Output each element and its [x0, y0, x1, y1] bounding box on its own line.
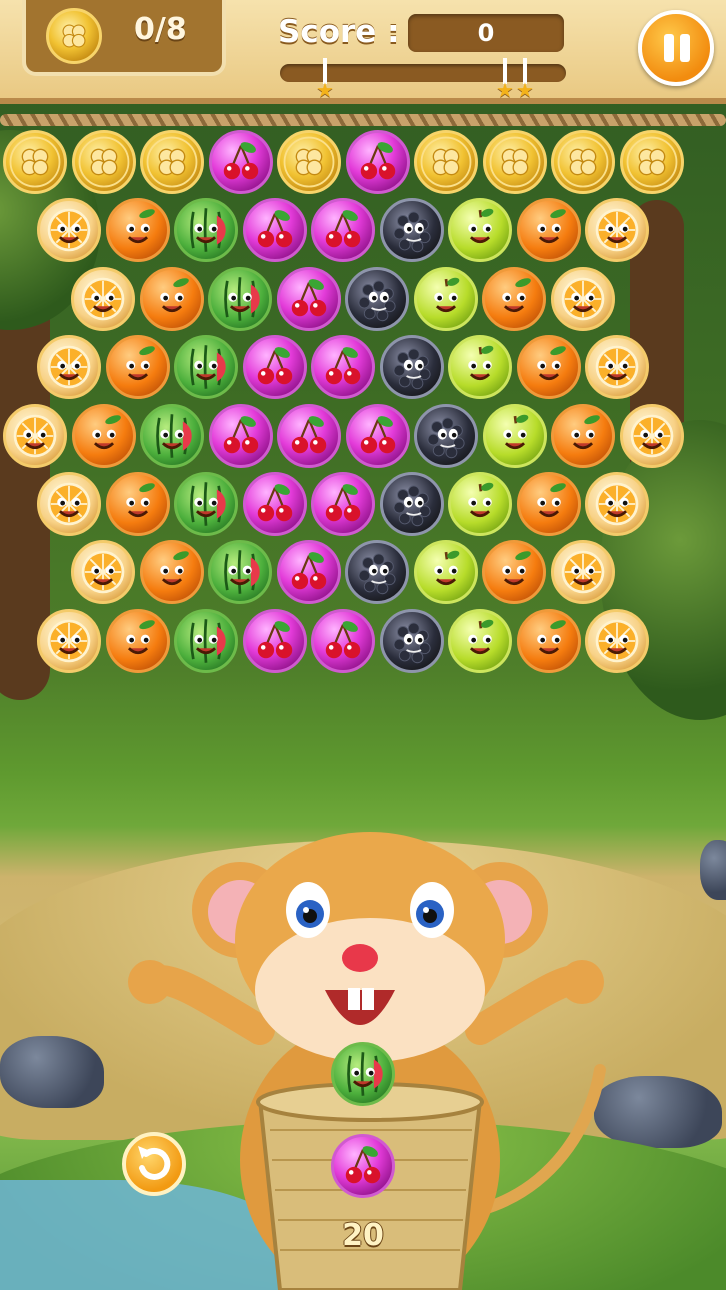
- blackberry-bubble: [345, 266, 409, 331]
- cherry-bubble: [276, 266, 341, 331]
- orange-slice-bubble: [3, 403, 67, 468]
- cherry-bubble: [311, 335, 375, 400]
- star-icon: ★: [516, 78, 534, 102]
- coin-counter-panel: 0/8: [22, 0, 226, 76]
- apple-bubble: [448, 472, 512, 536]
- blackberry-bubble: [379, 472, 444, 536]
- hud-bar: 0/8 Score : 0 ★ ★ ★: [0, 0, 726, 104]
- apple-bubble: [448, 335, 512, 400]
- orange-slice-bubble: [550, 266, 615, 331]
- orange-bubble: [482, 540, 546, 605]
- star-icon: ★: [316, 78, 334, 102]
- cherry-bubble: [208, 130, 273, 194]
- cherry-bubble: [311, 608, 375, 673]
- star-icon: ★: [496, 78, 514, 102]
- blackberry-bubble: [379, 335, 444, 400]
- swap-icon: [138, 1146, 171, 1180]
- orange-slice-bubble: [37, 335, 101, 400]
- orange-bubble: [516, 608, 581, 673]
- current-bubble[interactable]: [331, 1042, 395, 1106]
- coin-bubble: [3, 130, 67, 194]
- orange-slice-bubble: [550, 540, 615, 605]
- orange-bubble: [105, 472, 170, 536]
- score-value: 0: [408, 14, 564, 52]
- cherry-bubble: [242, 472, 307, 536]
- shots-left-counter: 20: [342, 1218, 384, 1253]
- watermelon-bubble: [174, 335, 238, 400]
- cherry-bubble: [311, 198, 375, 263]
- blackberry-bubble: [345, 540, 409, 605]
- orange-slice-bubble: [37, 472, 101, 536]
- apple-bubble: [413, 540, 478, 605]
- game-stage[interactable]: 0/8 Score : 0 ★ ★ ★ 20: [0, 0, 726, 1290]
- watermelon-bubble: [174, 472, 238, 536]
- apple-bubble: [482, 403, 547, 468]
- orange-bubble: [139, 540, 204, 605]
- orange-bubble: [482, 266, 546, 331]
- pause-button[interactable]: [638, 10, 714, 86]
- coin-bubble: [71, 130, 136, 194]
- coin-bubble: [414, 130, 478, 194]
- rope-divider: [0, 114, 726, 126]
- orange-slice-bubble: [585, 472, 649, 536]
- watermelon-bubble: [208, 266, 272, 331]
- coin-bubble: [551, 130, 615, 194]
- apple-bubble: [448, 608, 512, 673]
- next-bubble[interactable]: [331, 1134, 395, 1198]
- orange-slice-bubble: [585, 608, 649, 673]
- rock-far-right: [700, 840, 726, 900]
- coin-bubble: [482, 130, 547, 194]
- cherry-bubble: [277, 403, 341, 468]
- watermelon-bubble: [174, 608, 238, 673]
- cherry-bubble: [208, 403, 273, 468]
- apple-bubble: [413, 266, 478, 331]
- orange-bubble: [516, 198, 581, 263]
- orange-slice-bubble: [585, 198, 649, 263]
- coin-bubble: [140, 130, 204, 194]
- orange-slice-bubble: [585, 335, 649, 400]
- clover-coin-icon: [46, 8, 102, 64]
- watermelon-bubble: [140, 403, 204, 468]
- orange-bubble: [516, 472, 581, 536]
- swap-button[interactable]: [122, 1132, 186, 1196]
- orange-slice-bubble: [71, 540, 135, 605]
- blackberry-bubble: [414, 403, 478, 468]
- orange-bubble: [551, 403, 615, 468]
- cherry-bubble: [345, 403, 410, 468]
- coins-collected-counter: 0/8: [134, 12, 187, 47]
- orange-bubble: [71, 403, 136, 468]
- score-label: Score :: [278, 14, 400, 50]
- watermelon-bubble: [208, 540, 272, 605]
- orange-slice-bubble: [71, 266, 135, 331]
- orange-bubble: [105, 198, 170, 263]
- orange-bubble: [139, 266, 204, 331]
- coin-bubble: [277, 130, 341, 194]
- rock-left: [0, 1036, 104, 1108]
- blackberry-bubble: [379, 198, 444, 263]
- cherry-bubble: [276, 540, 341, 605]
- orange-bubble: [105, 335, 170, 400]
- orange-slice-bubble: [619, 403, 684, 468]
- orange-bubble: [105, 608, 170, 673]
- watermelon-bubble: [174, 198, 238, 263]
- cherry-bubble: [242, 335, 307, 400]
- coin-bubble: [619, 130, 684, 194]
- apple-bubble: [448, 198, 512, 263]
- cherry-bubble: [242, 198, 307, 263]
- orange-bubble: [516, 335, 581, 400]
- orange-slice-bubble: [37, 198, 101, 263]
- orange-slice-bubble: [37, 608, 101, 673]
- cherry-bubble: [242, 608, 307, 673]
- blackberry-bubble: [379, 608, 444, 673]
- cherry-bubble: [345, 130, 410, 194]
- cherry-bubble: [311, 472, 375, 536]
